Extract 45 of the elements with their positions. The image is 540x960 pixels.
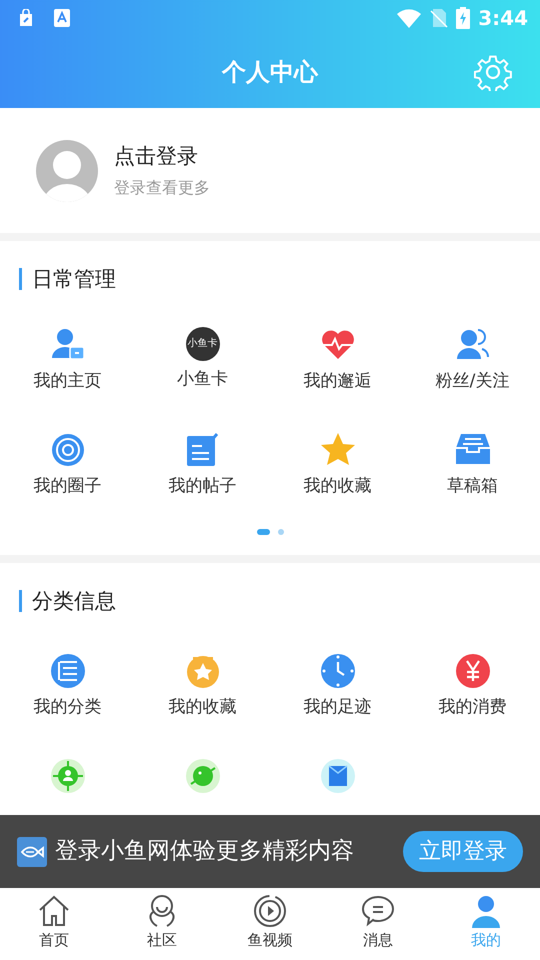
- list-circle-icon: [50, 653, 86, 689]
- letter-a-icon: [54, 9, 70, 27]
- yen-circle-icon: [454, 653, 490, 689]
- crosshair-person-icon: [50, 758, 86, 794]
- home-icon: [37, 894, 71, 928]
- menu-item-label[interactable]: 我的帖子: [168, 474, 236, 500]
- menu-item-label[interactable]: 我的主页: [34, 369, 102, 394]
- settings-icon[interactable]: [474, 53, 512, 91]
- page-dot[interactable]: [278, 529, 284, 535]
- clock-icon: [320, 653, 356, 689]
- menu-item-label[interactable]: 我的邂逅: [304, 369, 372, 394]
- chat-bubble-icon: [361, 894, 395, 928]
- menu-item-label[interactable]: 我的收藏: [304, 474, 372, 500]
- target-circle-icon: [50, 432, 86, 468]
- planet-icon: [184, 758, 220, 794]
- section-title: 日常管理: [19, 268, 116, 290]
- page-title: 个人中心: [222, 57, 318, 88]
- menu-item-label[interactable]: 我的收藏: [168, 695, 236, 720]
- menu-item-label[interactable]: 我的足迹: [304, 695, 372, 720]
- menu-item-label[interactable]: 我的消费: [438, 695, 506, 720]
- section-title: 分类信息: [19, 590, 116, 612]
- tab-button[interactable]: 鱼视频: [216, 888, 324, 960]
- no-sim-icon: [430, 8, 448, 28]
- menu-item-label[interactable]: 我的分类: [34, 695, 102, 720]
- tab-button[interactable]: 消息: [324, 888, 432, 960]
- status-time: 3:44: [478, 5, 528, 32]
- login-subtitle: 登录查看更多: [114, 177, 210, 200]
- note-pen-icon: [184, 432, 220, 468]
- card-icon-text: 小鱼卡: [188, 339, 218, 349]
- battery-icon: [456, 7, 470, 29]
- wifi-icon: [396, 8, 422, 28]
- menu-item-label[interactable]: 草稿箱: [447, 474, 498, 500]
- bag-icon: [18, 9, 34, 27]
- login-promo-text: 登录小鱼网体验更多精彩内容: [55, 837, 355, 866]
- document-icon: [320, 758, 356, 794]
- tab-button[interactable]: 首页: [0, 888, 108, 960]
- person-icon: [469, 894, 503, 928]
- star-icon: [320, 432, 356, 468]
- tab-button[interactable]: 社区: [108, 888, 216, 960]
- login-prompt[interactable]: 点击登录: [114, 140, 210, 172]
- fish-logo-icon: [17, 836, 47, 866]
- play-circle-icon: [253, 894, 287, 928]
- menu-item-label[interactable]: 我的圈子: [34, 474, 102, 500]
- menu-item-label[interactable]: 粉丝/关注: [436, 369, 510, 394]
- menu-item-label[interactable]: 小鱼卡: [177, 367, 228, 392]
